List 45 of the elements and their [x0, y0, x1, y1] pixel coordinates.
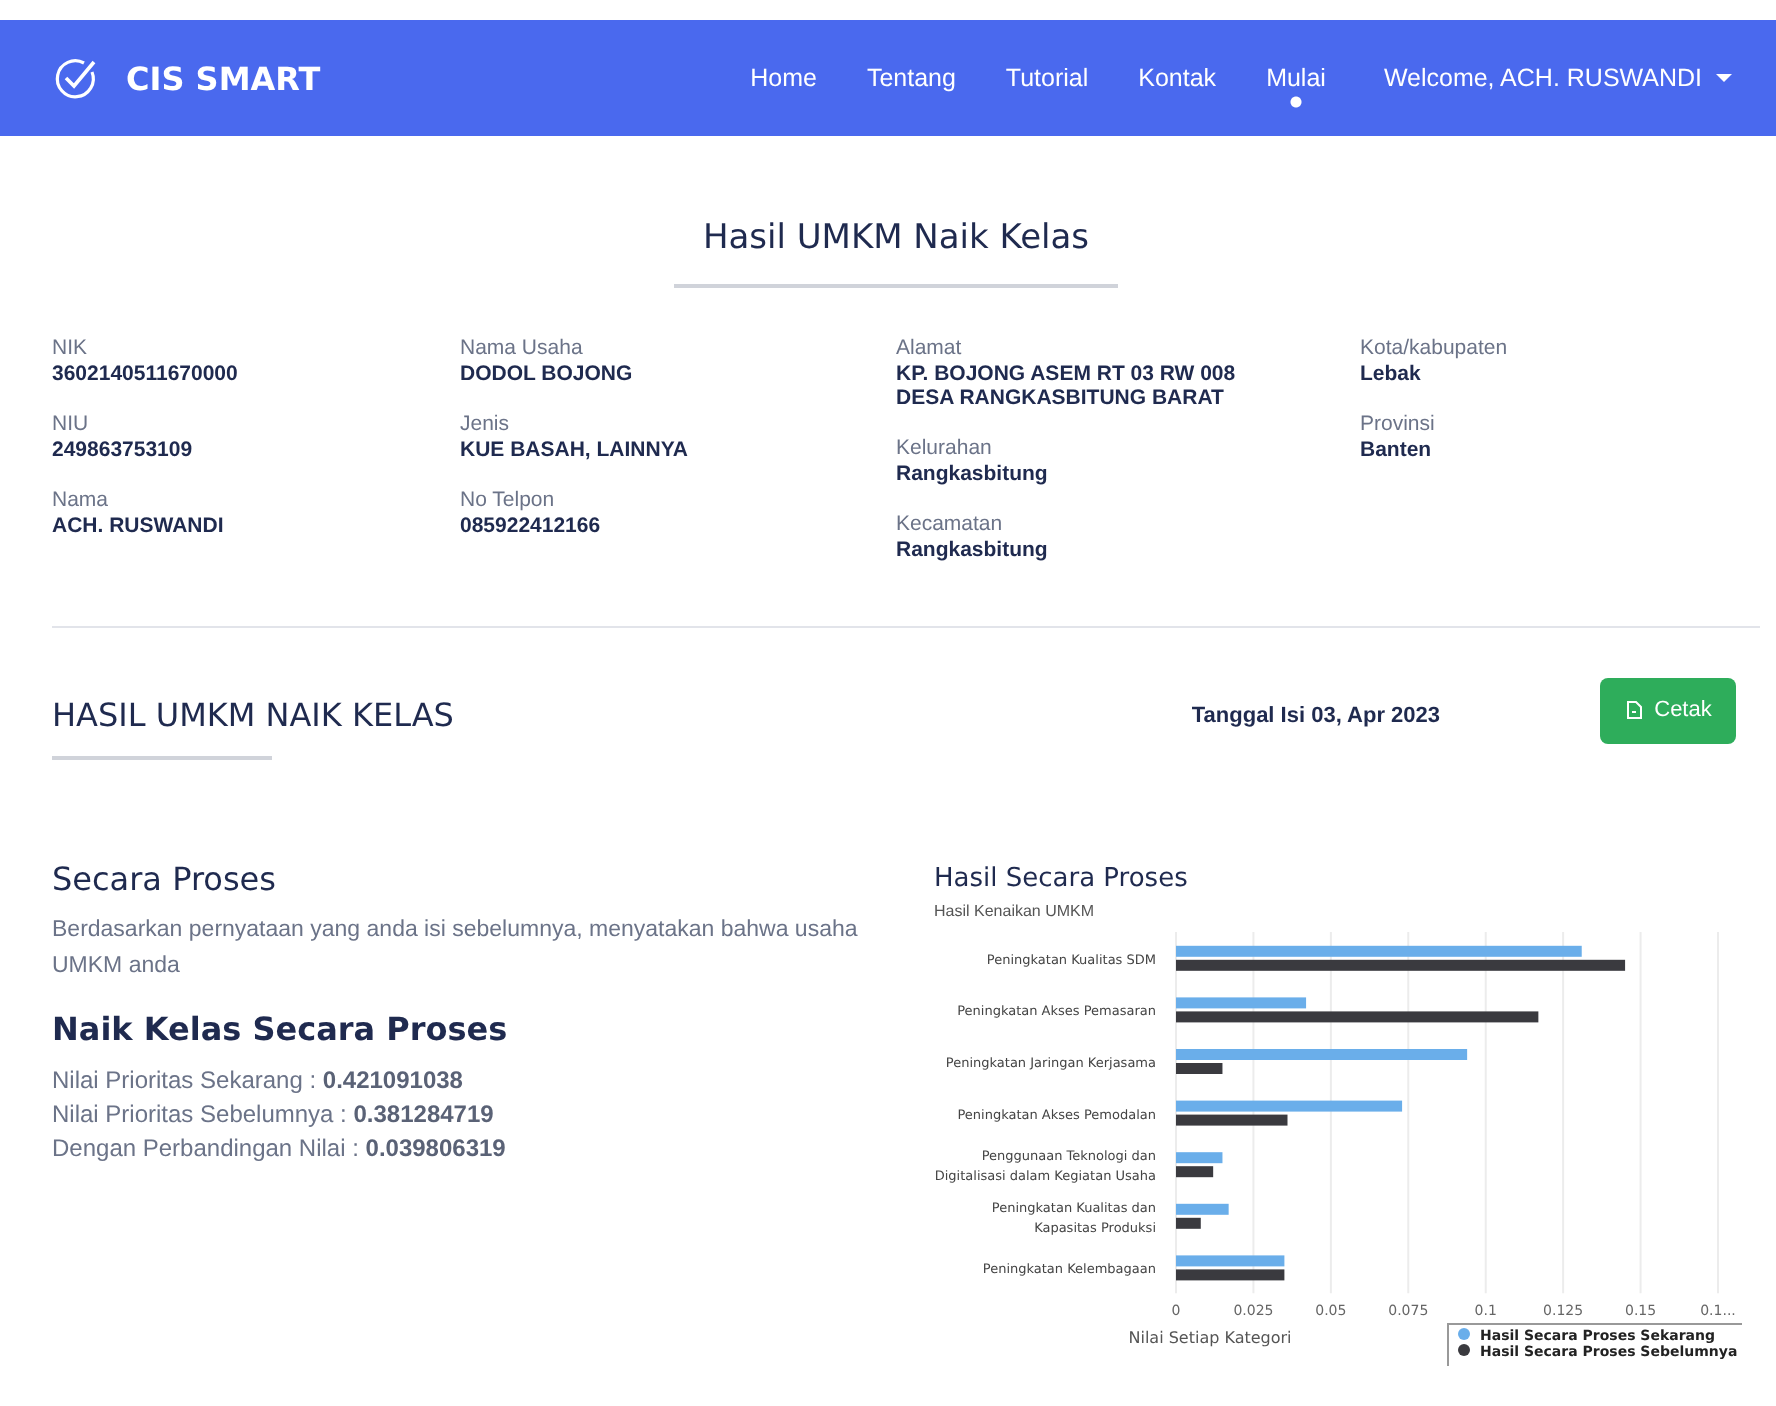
field-value: 085922412166: [460, 514, 603, 538]
field-value: KUE BASAH, LAINNYA: [460, 438, 690, 462]
bar: [1176, 1063, 1223, 1074]
field-label: Nama: [52, 488, 111, 512]
field-value: KP. BOJONG ASEM RT 03 RW 008 DESA RANGKASBITUNG BARAT: [896, 362, 1238, 410]
field-value: 3602140511670000: [52, 362, 240, 386]
page-title: Hasil UMKM Naik Kelas: [674, 218, 1118, 288]
field-label: Kelurahan: [896, 436, 994, 460]
chart-title: Hasil Secara Proses: [934, 864, 1190, 894]
date-text: Tanggal Isi 03, Apr 2023: [1191, 704, 1440, 728]
verdict-heading: Naik Kelas Secara Proses: [52, 1010, 510, 1048]
score-text: Dengan Perbandingan Nilai : 0.039806319: [52, 1132, 508, 1166]
field-value: 249863753109: [52, 438, 195, 462]
field-value: Banten: [1360, 438, 1434, 462]
nav-link[interactable]: Tentang: [866, 47, 956, 109]
chart-subtitle: Hasil Kenaikan UMKM: [934, 902, 1097, 920]
score-text: Nilai Prioritas Sekarang : 0.421091038: [52, 1064, 465, 1098]
score-text: Nilai Prioritas Sebelumnya : 0.381284719: [52, 1098, 496, 1132]
caret-icon: [1716, 74, 1732, 83]
file-icon: [1624, 700, 1645, 720]
field-value: ACH. RUSWANDI: [52, 514, 226, 538]
field-label: NIU: [52, 412, 91, 436]
field-label: No Telpon: [460, 488, 557, 512]
field-value: Lebak: [1360, 362, 1423, 386]
nav-link[interactable]: Tutorial: [1005, 47, 1089, 109]
field-label: Kecamatan: [896, 512, 1005, 536]
field-value: Rangkasbitung: [896, 462, 1050, 486]
user-menu[interactable]: Welcome, ACH. RUSWANDI: [1383, 63, 1732, 93]
brand-name[interactable]: CIS SMART: [126, 59, 321, 97]
field-label: Nama Usaha: [460, 336, 585, 360]
print-button[interactable]: Cetak: [1600, 677, 1736, 743]
nav-link[interactable]: Home: [750, 47, 817, 109]
check-circle-icon: [54, 56, 98, 100]
section-title: Secara Proses: [52, 860, 278, 898]
field-label: Alamat: [896, 336, 964, 360]
field-label: Kota/kabupaten: [1360, 336, 1510, 360]
field-label: NIK: [52, 336, 90, 360]
field-label: Provinsi: [1360, 412, 1437, 436]
nav-link[interactable]: Kontak: [1138, 47, 1217, 109]
field-label: Jenis: [460, 412, 512, 436]
axis-title: Nilai Setiap Kategori: [1128, 1329, 1292, 1348]
field-value: DODOL BOJONG: [460, 362, 635, 386]
section-heading: HASIL UMKM NAIK KELAS: [52, 696, 454, 734]
field-value: Rangkasbitung: [896, 538, 1050, 562]
description-text: Berdasarkan pernyataan yang anda isi sebelumnya, menyatakan bahwa usaha UMKM anda: [52, 916, 860, 982]
